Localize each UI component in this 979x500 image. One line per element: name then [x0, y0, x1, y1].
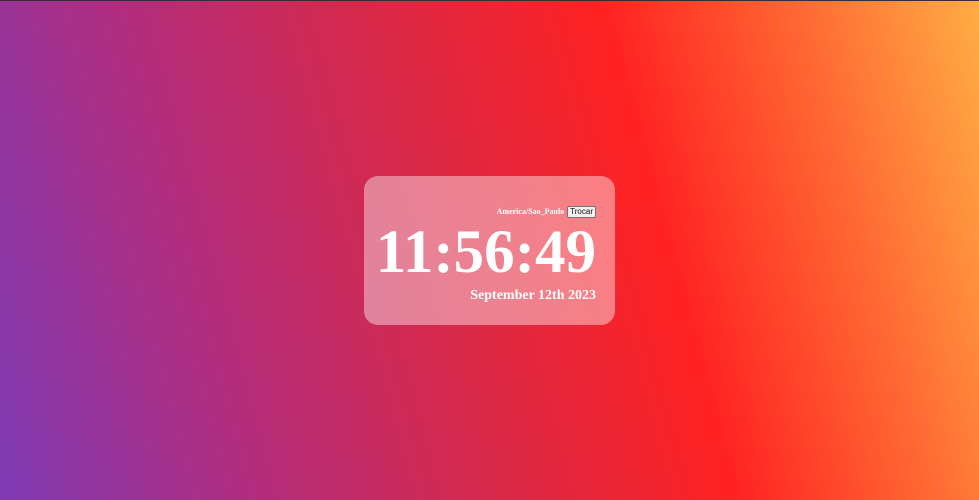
clock-time: 11:56:49: [375, 219, 596, 286]
swap-timezone-button[interactable]: Trocar: [567, 206, 596, 218]
clock-card: America/Sao_Paulo Trocar 11:56:49 Septem…: [364, 176, 615, 325]
timezone-label: America/Sao_Paulo: [496, 207, 565, 216]
clock-date: September 12th 2023: [470, 288, 596, 303]
timezone-row: America/Sao_Paulo Trocar: [497, 206, 596, 218]
top-border: [0, 0, 979, 1]
